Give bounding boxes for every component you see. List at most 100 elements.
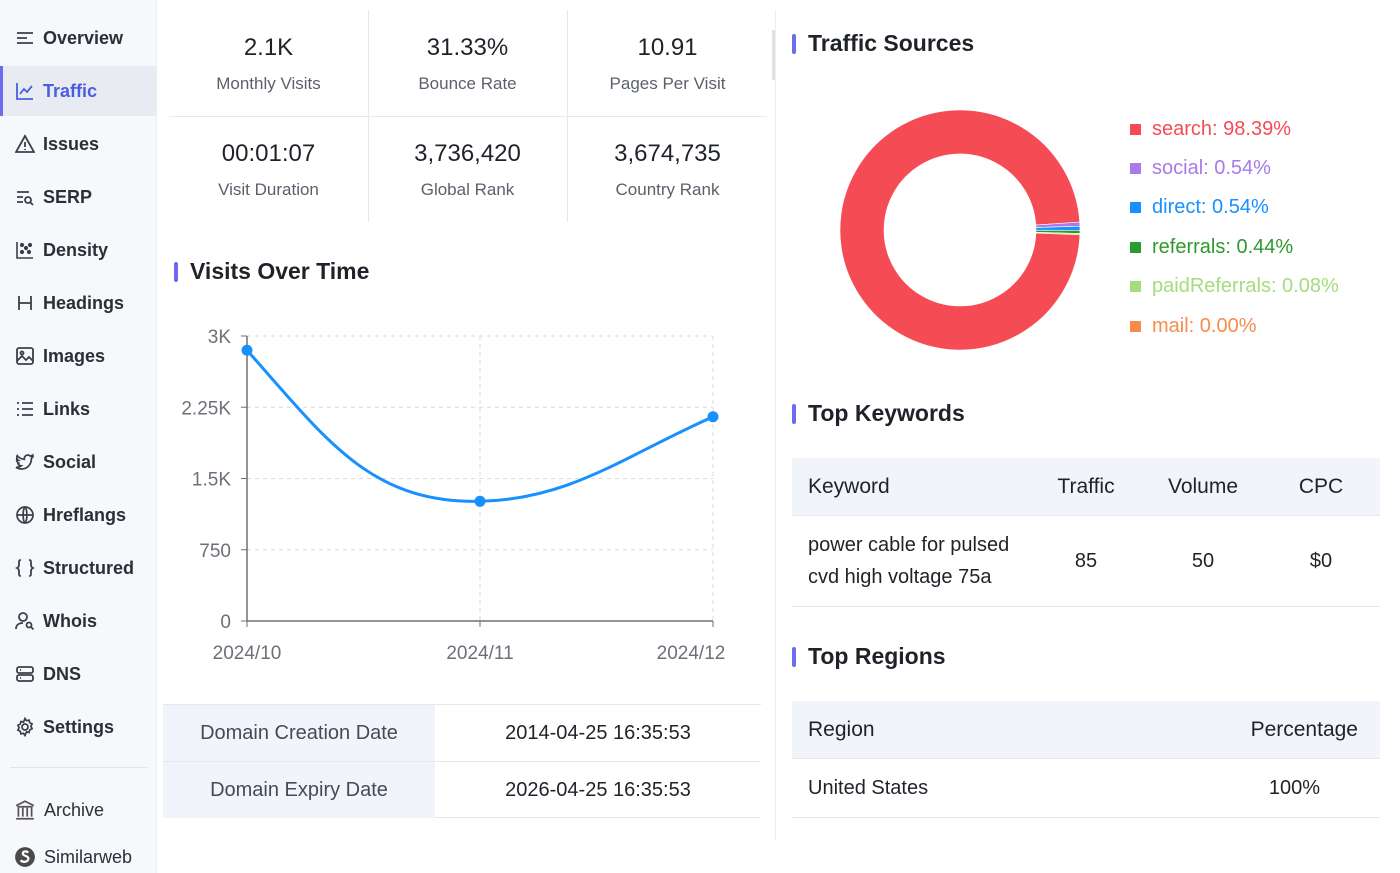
sidebar-link-archive[interactable]: Archive [0,790,157,830]
col-header-volume: Volume [1167,474,1239,498]
legend-label: mail: 0.00% [1152,315,1257,337]
stat-pages-per-visit: 10.91 Pages Per Visit [568,10,767,116]
traffic-cell: 85 [1074,549,1098,572]
col-header-traffic: Traffic [1057,474,1115,498]
sidebar-item-structured[interactable]: Structured [0,543,157,593]
globe-icon [14,504,36,526]
x-tick-label: 2024/12 [657,643,726,664]
sidebar-item-label: DNS [43,663,82,684]
sidebar-item-traffic[interactable]: Traffic [0,66,157,116]
legend-item-social[interactable]: social: 0.54% [1130,157,1271,180]
grid-divider [169,116,767,117]
stat-caption: Pages Per Visit [609,74,726,93]
sidebar-item-label: Whois [43,610,97,631]
image-icon [14,345,36,367]
sidebar-item-overview[interactable]: Overview [0,13,157,63]
sidebar-item-label: Archive [44,799,105,820]
top-keywords-title: Top Keywords [792,400,965,427]
legend-swatch [1130,321,1141,332]
legend-label: referrals: 0.44% [1152,236,1294,258]
sidebar-item-label: Hreflangs [43,504,127,525]
stat-value: 00:01:07 [221,140,316,167]
stat-caption: Visit Duration [218,180,319,199]
domain-expiry-label: Domain Expiry Date [163,762,435,818]
cpc-cell: $0 [1309,549,1333,572]
serp-icon [14,186,36,208]
legend-item-search[interactable]: search: 98.39% [1130,118,1291,141]
top-regions-title: Top Regions [792,643,946,670]
sidebar-item-social[interactable]: Social [0,437,157,487]
x-tick-label: 2024/11 [446,643,513,664]
twitter-icon [14,451,36,473]
sidebar-item-label: Headings [43,292,125,313]
sidebar-item-dns[interactable]: DNS [0,649,157,699]
scrollbar-thumb[interactable] [772,30,775,80]
sidebar-item-density[interactable]: Density [0,225,157,275]
legend-item-paid-referrals[interactable]: paidReferrals: 0.08% [1130,275,1339,298]
region-cell: United States [808,776,929,799]
x-tick-label: 2024/10 [213,643,282,664]
y-tick-label: 0 [220,612,231,633]
sidebar-divider [10,767,148,768]
stat-value: 3,736,420 [414,140,521,167]
sidebar-item-label: Links [43,398,91,419]
stat-monthly-visits: 2.1K Monthly Visits [169,10,368,116]
sidebar-item-links[interactable]: Links [0,384,157,434]
column-divider [775,10,776,840]
keyword-text-line: cvd high voltage 75a [808,566,992,588]
table-row: Domain Expiry Date 2026-04-25 16:35:53 [163,761,761,818]
sidebar-item-label: Issues [43,133,100,154]
legend-label: social: 0.54% [1152,157,1271,179]
col-header-cpc: CPC [1298,474,1344,498]
traffic-sources-title: Traffic Sources [792,30,974,57]
sidebar-item-hreflangs[interactable]: Hreflangs [0,490,157,540]
y-tick-label: 750 [199,541,231,562]
scatter-icon [14,239,36,261]
stat-country-rank: 3,674,735 Country Rank [568,116,767,222]
warning-icon [14,133,36,155]
visits-section-title: Visits Over Time [174,258,369,285]
keyword-cell[interactable]: power cable for pulsed cvd high voltage … [808,516,1009,606]
legend-swatch [1130,242,1141,253]
braces-icon [14,557,36,579]
sidebar: Overview Traffic Issues SERP Density Hea… [0,0,157,873]
volume-cell: 50 [1191,549,1215,572]
stat-caption: Bounce Rate [418,74,517,93]
legend-swatch [1130,163,1141,174]
domain-dates-table: Domain Creation Date 2014-04-25 16:35:53… [163,704,761,818]
sidebar-item-serp[interactable]: SERP [0,172,157,222]
legend-label: search: 98.39% [1152,118,1291,140]
sidebar-item-settings[interactable]: Settings [0,702,157,752]
legend-swatch [1130,281,1141,292]
col-header-region: Region [808,717,875,741]
data-point [474,495,486,507]
stats-grid: 2.1K Monthly Visits 31.33% Bounce Rate 1… [169,10,767,222]
y-tick-label: 1.5K [192,470,231,491]
line-chart-icon [14,80,36,102]
sidebar-item-label: Images [43,345,106,366]
domain-creation-label: Domain Creation Date [163,705,435,761]
legend-item-referrals[interactable]: referrals: 0.44% [1130,236,1293,259]
legend-item-direct[interactable]: direct: 0.54% [1130,196,1269,219]
legend-swatch [1130,124,1141,135]
user-search-icon [14,610,36,632]
sidebar-item-label: SERP [43,186,93,207]
stat-value: 2.1K [243,34,294,61]
sidebar-item-headings[interactable]: Headings [0,278,157,328]
sidebar-item-issues[interactable]: Issues [0,119,157,169]
table-row: power cable for pulsed cvd high voltage … [792,516,1380,607]
table-header: Keyword Traffic Volume CPC [792,458,1380,516]
sidebar-item-images[interactable]: Images [0,331,157,381]
similarweb-icon [14,846,36,868]
sidebar-item-whois[interactable]: Whois [0,596,157,646]
sidebar-link-similarweb[interactable]: Similarweb [0,837,157,873]
data-point [241,344,253,356]
legend-label: paidReferrals: 0.08% [1152,275,1339,297]
stat-caption: Country Rank [615,180,720,199]
legend-swatch [1130,202,1141,213]
legend-label: direct: 0.54% [1152,196,1269,218]
domain-expiry-value: 2026-04-25 16:35:53 [505,778,691,801]
keyword-text-line: power cable for pulsed [808,534,1010,556]
legend-item-mail[interactable]: mail: 0.00% [1130,315,1257,338]
heading-icon [14,292,36,314]
